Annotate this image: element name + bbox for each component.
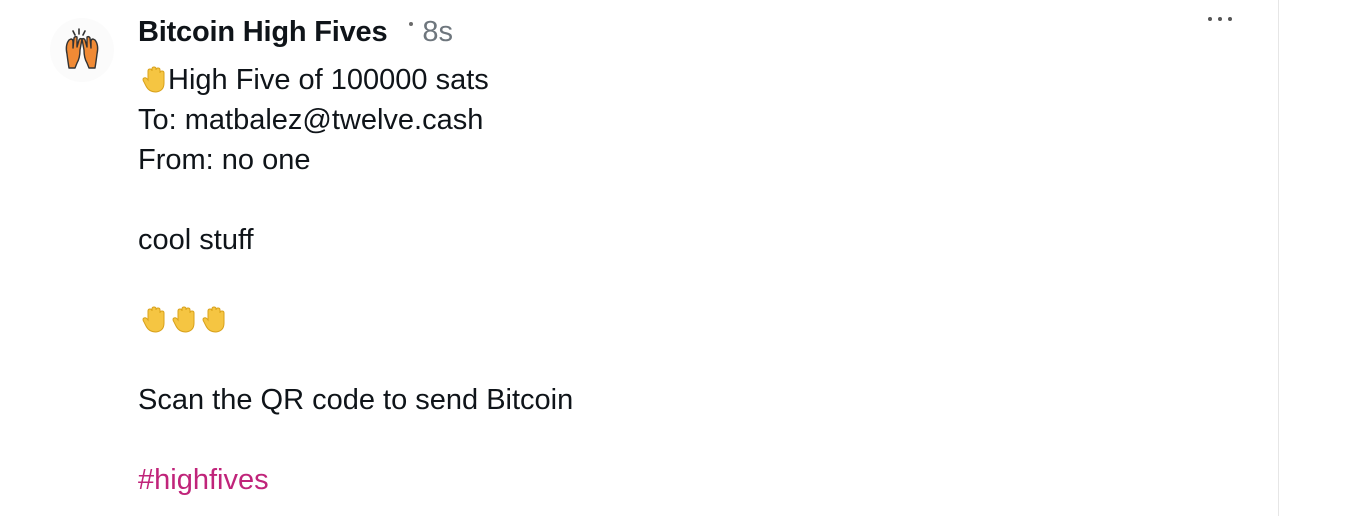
raised-hand-icon [138, 65, 168, 95]
more-options-icon [1208, 17, 1212, 21]
more-options-dot [1218, 17, 1222, 21]
separator-dot [409, 22, 414, 26]
sender-text: From: no one [138, 144, 311, 176]
hands-row [138, 300, 1238, 340]
hashtag-link[interactable]: #highfives [138, 460, 269, 500]
high-five-hands-icon [58, 26, 106, 74]
raised-hand-icon [138, 305, 168, 335]
post-body: High Five of 100000 sats To: matbalez@tw… [138, 60, 1238, 500]
more-options-dot [1228, 17, 1232, 21]
author-name[interactable]: Bitcoin High Fives [138, 16, 388, 49]
post-line-from: From: no one [138, 140, 1238, 180]
raised-hand-icon [198, 305, 228, 335]
author-avatar[interactable] [50, 18, 114, 82]
post-line-message: cool stuff [138, 220, 1238, 260]
message-text: cool stuff [138, 224, 254, 256]
post-line-amount: High Five of 100000 sats [138, 60, 1238, 100]
post-header: Bitcoin High Fives 8s [138, 12, 453, 52]
right-divider [1278, 0, 1279, 516]
raised-hand-icon [168, 305, 198, 335]
cta-text: Scan the QR code to send Bitcoin [138, 384, 574, 416]
amount-text: High Five of 100000 sats [168, 64, 489, 96]
post-timestamp[interactable]: 8s [422, 16, 453, 49]
more-options-button[interactable] [1200, 10, 1240, 28]
post-line-hashtag: #highfives [138, 460, 1238, 500]
post-line-to: To: matbalez@twelve.cash [138, 100, 1238, 140]
recipient-text: To: matbalez@twelve.cash [138, 104, 484, 136]
post-line-cta: Scan the QR code to send Bitcoin [138, 380, 1238, 420]
